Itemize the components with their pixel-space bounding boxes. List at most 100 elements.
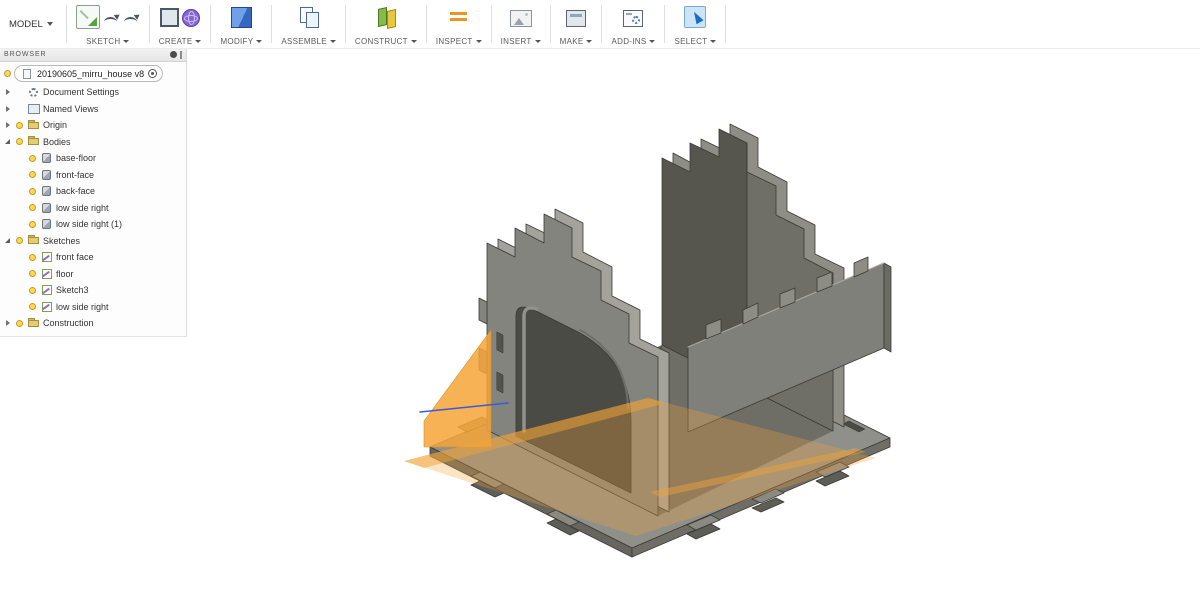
workspace-selector[interactable]: MODEL [0, 0, 62, 48]
toolbar-group-dropdown[interactable]: SKETCH [86, 37, 130, 46]
tree-item-origin[interactable]: Origin [0, 117, 186, 134]
toolbar-group-dropdown[interactable]: CREATE [159, 37, 202, 46]
body-icon [40, 218, 53, 231]
sketch-pencil-icon[interactable] [75, 4, 100, 29]
visibility-bulb-icon[interactable] [16, 121, 23, 129]
collapse-arrow-icon[interactable] [5, 139, 10, 145]
tree-item-low-side-right-1[interactable]: low side right (1) [0, 216, 186, 233]
tree-item-document-settings[interactable]: Document Settings [0, 84, 186, 101]
toolbar-separator [425, 5, 427, 43]
tree-item-construction[interactable]: Construction [0, 315, 186, 332]
tree-item-label: Construction [43, 318, 94, 329]
tree-item-label: Sketches [43, 235, 81, 246]
expand-arrow-icon[interactable] [5, 105, 10, 112]
create-box-icon[interactable] [160, 8, 180, 27]
folder-icon [27, 234, 40, 247]
tree-item-front-face[interactable]: front-face [0, 167, 186, 184]
modify-cube-icon[interactable] [230, 7, 252, 28]
toolbar-group-insert: INSERT [496, 0, 546, 48]
toolbar-group-construct: CONSTRUCT [350, 0, 422, 48]
chevron-down-icon [123, 40, 130, 43]
chevron-down-icon [329, 40, 336, 43]
tree-item-sketches[interactable]: Sketches [0, 233, 186, 250]
create-sphere-icon[interactable] [182, 9, 201, 27]
toolbar-separator [725, 5, 727, 43]
visibility-bulb-icon[interactable] [16, 138, 23, 146]
toolbar-separator [65, 5, 67, 43]
toolbar-group-dropdown[interactable]: CONSTRUCT [355, 37, 417, 46]
side-wall-end-face [883, 262, 892, 353]
browser-panel-title: BROWSER [4, 51, 47, 58]
visibility-bulb-icon[interactable] [29, 171, 36, 179]
visibility-bulb-icon[interactable] [29, 220, 36, 228]
chevron-down-icon [649, 40, 656, 43]
toolbar-group-dropdown[interactable]: SELECT [674, 37, 717, 46]
tree-item-named-views[interactable]: Named Views [0, 101, 186, 118]
tree-item-low-side-right[interactable]: low side right [0, 200, 186, 217]
browser-panel: BROWSER 20190605_mirru_house v8 Document… [0, 48, 187, 337]
tree-item-front-face[interactable]: front face [0, 249, 186, 266]
spline-icon[interactable] [103, 10, 120, 27]
make-print-icon[interactable] [566, 10, 587, 27]
panel-handle-icon[interactable] [180, 50, 182, 59]
browser-panel-header[interactable]: BROWSER [0, 48, 186, 62]
toolbar-group-dropdown[interactable]: INSPECT [436, 37, 482, 46]
chevron-down-icon [195, 40, 202, 43]
chevron-down-icon [256, 40, 263, 43]
expand-arrow-icon[interactable] [5, 320, 10, 327]
toolbar-separator [271, 5, 273, 43]
toolbar-group-icons [509, 3, 532, 30]
addins-gear-icon[interactable] [623, 10, 644, 27]
document-root-row[interactable]: 20190605_mirru_house v8 [0, 62, 186, 84]
spline2-icon[interactable] [123, 10, 140, 27]
visibility-bulb-icon[interactable] [29, 154, 36, 162]
toolbar-group-icons [684, 3, 707, 30]
visibility-bulb-icon[interactable] [16, 319, 23, 327]
toolbar-group-dropdown[interactable]: ADD-INS [611, 37, 656, 46]
tree-item-low-side-right[interactable]: low side right [0, 299, 186, 316]
toolbar-group-dropdown[interactable]: MAKE [560, 37, 593, 46]
construction-plane-vertical[interactable] [423, 329, 492, 448]
browser-tree: Document Settings Named Views Origin Bod… [0, 84, 186, 332]
insert-image-icon[interactable] [509, 10, 532, 27]
visibility-bulb-icon[interactable] [29, 303, 36, 311]
expand-arrow-icon[interactable] [5, 122, 10, 129]
inspect-measure-icon[interactable] [449, 7, 469, 27]
collapse-arrow-icon[interactable] [5, 238, 10, 244]
active-component-target-icon[interactable] [148, 69, 158, 78]
toolbar-group-modify: MODIFY [215, 0, 267, 48]
toolbar-group-dropdown[interactable]: ASSEMBLE [281, 37, 336, 46]
visibility-bulb-icon[interactable] [29, 286, 36, 294]
chevron-down-icon [586, 40, 593, 43]
toolbar-group-label: ADD-INS [611, 37, 647, 46]
toolbar-separator [490, 5, 492, 43]
main-toolbar: MODEL SKETCH CREATE MODIFY ASSEMBLE CONS… [0, 0, 1200, 49]
visibility-bulb-icon[interactable] [29, 204, 36, 212]
panel-pin-icon[interactable] [170, 51, 177, 58]
visibility-bulb-icon[interactable] [29, 187, 36, 195]
tree-item-floor[interactable]: floor [0, 266, 186, 283]
toolbar-group-label: SKETCH [86, 37, 121, 46]
tree-item-back-face[interactable]: back-face [0, 183, 186, 200]
gear-icon [27, 86, 40, 99]
toolbar-group-dropdown[interactable]: MODIFY [220, 37, 263, 46]
body-icon [40, 185, 53, 198]
tree-item-bodies[interactable]: Bodies [0, 134, 186, 151]
tree-item-sketch3[interactable]: Sketch3 [0, 282, 186, 299]
tree-item-label: floor [56, 268, 74, 279]
tree-item-label: low side right [56, 301, 109, 312]
select-cursor-icon[interactable] [684, 5, 707, 28]
visibility-bulb-icon[interactable] [29, 253, 36, 261]
toolbar-separator [601, 5, 603, 43]
assemble-pages-icon[interactable] [299, 6, 319, 28]
toolbar-group-dropdown[interactable]: INSERT [501, 37, 541, 46]
expand-arrow-icon[interactable] [5, 89, 10, 96]
construct-planes-icon[interactable] [376, 6, 396, 28]
visibility-bulb-icon[interactable] [4, 70, 11, 77]
visibility-bulb-icon[interactable] [16, 237, 23, 245]
document-icon [20, 67, 33, 80]
visibility-bulb-icon[interactable] [29, 270, 36, 278]
tree-item-base-floor[interactable]: base-floor [0, 150, 186, 167]
document-root-box[interactable]: 20190605_mirru_house v8 [14, 65, 164, 82]
toolbar-group-icons [376, 3, 396, 30]
